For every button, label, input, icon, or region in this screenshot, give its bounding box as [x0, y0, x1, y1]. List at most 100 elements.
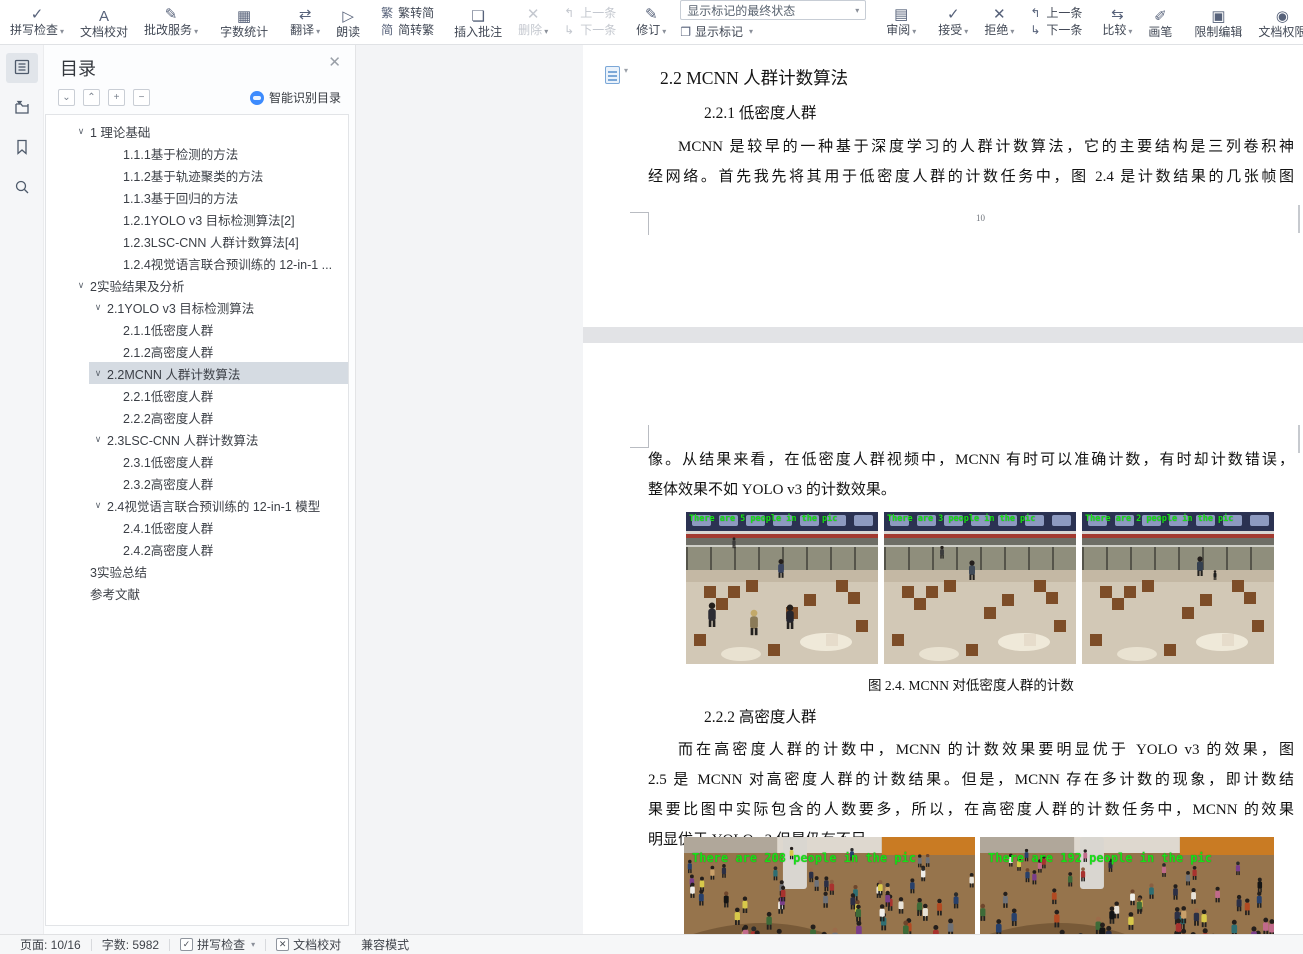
chevron-down-icon: ▾ — [1128, 27, 1133, 36]
toc-item[interactable]: 1.2.4视觉语言联合预训练的 12-in-1 ... — [123, 252, 348, 274]
toc-item-label: 1.1.3基于回归的方法 — [123, 191, 239, 206]
toc-pane-button[interactable] — [5, 53, 38, 83]
toc-item[interactable]: ∨ 2.1YOLO v3 目标检测算法 — [89, 296, 348, 318]
doc-proofread-icon: A — [99, 8, 110, 25]
toc-item[interactable]: 3实验总结 — [90, 560, 348, 582]
toc-item[interactable]: ∨ 2.3LSC-CNN 人群计数算法 — [89, 428, 348, 450]
margin-corner-mark — [1298, 205, 1300, 233]
toc-item[interactable]: 2.3.2高密度人群 — [123, 472, 348, 494]
toolbar-stack: 繁繁转简简简转繁 — [374, 0, 440, 44]
expand-arrow-icon[interactable]: ∨ — [89, 434, 107, 445]
expand-arrow-icon[interactable]: ∨ — [72, 280, 90, 291]
toc-item[interactable]: 2.4.2高密度人群 — [123, 538, 348, 560]
word-count-button[interactable]: ▦ 字数统计 — [212, 0, 276, 44]
toc-item[interactable]: ∨ 2.4视觉语言联合预训练的 12-in-1 模型 — [89, 494, 348, 516]
toc-item-label: 1.1.2基于轨迹聚类的方法 — [123, 169, 264, 184]
doc-permission-button[interactable]: ◉ 文档权限 — [1250, 0, 1303, 44]
expand-arrow-icon[interactable]: ∨ — [89, 500, 107, 511]
expand-arrow-icon[interactable]: ∨ — [72, 126, 90, 137]
chevron-down-icon: ▾ — [544, 27, 549, 36]
toc-item[interactable]: 2.2.1低密度人群 — [123, 384, 348, 406]
doc-proofread-label: 文档校对 — [80, 25, 129, 39]
restrict-edit-button[interactable]: ▣ 限制编辑 — [1186, 0, 1250, 44]
spellcheck-toggle[interactable]: ✓ 拼写检查 ▾ — [170, 936, 265, 953]
restrict-edit-icon: ▣ — [1211, 8, 1226, 25]
chapter-pane-button[interactable] — [6, 93, 38, 123]
next-change-button[interactable]: ↳ 下一条 — [1028, 23, 1082, 38]
next-comment-button: ↳ 下一条 — [562, 23, 616, 38]
close-icon[interactable]: ✕ — [328, 55, 341, 70]
prev-change-button[interactable]: ↰ 上一条 — [1028, 6, 1082, 21]
compare-button[interactable]: ⇆ 比较 ▾ — [1094, 0, 1140, 44]
bookmark-pane-button[interactable] — [6, 133, 38, 163]
review-button[interactable]: ▤ 审阅 ▾ — [878, 0, 924, 44]
toc-item[interactable]: 1.1.1基于检测的方法 — [123, 142, 348, 164]
toc-item[interactable]: 1.2.3LSC-CNN 人群计数算法[4] — [123, 230, 348, 252]
toc-item[interactable]: 2.4.1低密度人群 — [123, 516, 348, 538]
chevron-down-icon: ▾ — [964, 27, 969, 36]
delete-comment-button: ✕ 删除 ▾ — [510, 0, 556, 44]
crowd-image-1: There are 208 people in the pic — [684, 837, 975, 934]
status-bar: 页面: 10/16 字数: 5982 ✓ 拼写检查 ▾ ✕ 文档校对 兼容模式 — [0, 934, 1303, 954]
toc-item-label: 1.2.1YOLO v3 目标检测算法[2] — [123, 213, 295, 228]
toc-item[interactable]: ∨ 1 理论基础 — [72, 120, 348, 142]
next-change-label: 下一条 — [1046, 23, 1083, 37]
toc-item[interactable]: 2.1.1低密度人群 — [123, 318, 348, 340]
toc-item[interactable]: 2.1.2高密度人群 — [123, 340, 348, 362]
chevron-down-icon: ▾ — [60, 27, 65, 36]
toc-item-label: 1.1.1基于检测的方法 — [123, 147, 239, 162]
trad-to-simp-button[interactable]: 繁繁转简 — [380, 6, 434, 21]
next-comment-icon: ↳ — [564, 23, 575, 37]
prev-change-label: 上一条 — [1046, 6, 1083, 20]
revision-button[interactable]: ✎ 修订 ▾ — [628, 0, 674, 44]
collapse-up-button[interactable]: ⌃ — [83, 89, 100, 106]
next-comment-label: 下一条 — [580, 23, 617, 37]
toc-item-label: 2.4.1低密度人群 — [123, 521, 214, 536]
document-canvas[interactable]: ▾ 2.2 MCNN 人群计数算法 2.2.1 低密度人群 MCNN 是较早的一… — [356, 45, 1303, 934]
toc-item[interactable]: ∨ 2.2MCNN 人群计数算法 — [89, 362, 348, 384]
station-image-2: There are 3 people in the pic — [884, 512, 1076, 664]
read-aloud-label: 朗读 — [336, 25, 361, 39]
toc-item[interactable]: 2.2.2高密度人群 — [123, 406, 348, 428]
expand-down-button[interactable]: ⌄ — [58, 89, 75, 106]
translate-button[interactable]: ⇄ 翻译 ▾ — [282, 0, 328, 44]
smart-toc-button[interactable]: 智能识别目录 — [249, 89, 341, 106]
paragraph-settings-icon[interactable]: ▾ — [605, 66, 628, 84]
reject-button[interactable]: ✕ 拒绝 ▾ — [976, 0, 1022, 44]
proofread-toggle[interactable]: ✕ 文档校对 — [266, 936, 351, 953]
toc-item[interactable]: 1.1.2基于轨迹聚类的方法 — [123, 164, 348, 186]
simp-to-trad-button[interactable]: 简简转繁 — [380, 23, 434, 38]
brush-icon: ✐ — [1154, 8, 1167, 25]
trad-to-simp-label: 繁转简 — [398, 6, 435, 20]
toc-item[interactable]: 1.1.3基于回归的方法 — [123, 186, 348, 208]
checkbox-crossed-icon: ✕ — [276, 938, 290, 951]
grading-service-label: 批改服务 ▾ — [144, 23, 199, 37]
accept-button[interactable]: ✓ 接受 ▾ — [930, 0, 976, 44]
brush-button[interactable]: ✐ 画笔 — [1140, 0, 1180, 44]
spellcheck-button[interactable]: ✓ 拼写检查 ▾ — [2, 0, 72, 44]
figure-2-4: There are 5 people in the pic There are … — [686, 512, 1274, 664]
toc-item[interactable]: 参考文献 — [90, 582, 348, 604]
expand-arrow-icon[interactable]: ∨ — [89, 368, 107, 379]
doc-proofread-button[interactable]: A 文档校对 — [72, 0, 136, 44]
spellcheck-icon: ✓ — [30, 6, 44, 23]
toc-item[interactable]: 2.3.1低密度人群 — [123, 450, 348, 472]
read-aloud-button[interactable]: ▷ 朗读 — [328, 0, 368, 44]
show-markup-button[interactable]: ❐ 显示标记 ▾ — [680, 23, 866, 40]
expand-arrow-icon[interactable]: ∨ — [89, 302, 107, 313]
reject-icon: ✕ — [993, 6, 1006, 23]
grading-service-button[interactable]: ✎ 批改服务 ▾ — [136, 0, 206, 44]
insert-comment-button[interactable]: ❏ 插入批注 — [446, 0, 510, 44]
toc-item[interactable]: ∨ 2实验结果及分析 — [72, 274, 348, 296]
insert-comment-icon: ❏ — [471, 8, 485, 25]
word-count-indicator: 字数: 5982 — [101, 938, 160, 952]
toc-panel: 目录 ✕ ⌄ ⌃ + − 智能识别目录 ∨ 1 理论基础 1.1.1基于检测的方法 1… — [44, 45, 356, 934]
search-pane-button[interactable] — [6, 173, 38, 203]
markup-state-select[interactable]: 显示标记的最终状态 ▾ — [680, 0, 867, 20]
toc-item[interactable]: 1.2.1YOLO v3 目标检测算法[2] — [123, 208, 348, 230]
expand-all-button[interactable]: + — [108, 89, 125, 106]
count-overlay-text: There are 192 people in the pic — [988, 851, 1212, 865]
collapse-all-button[interactable]: − — [133, 89, 150, 106]
toc-item-label: 2.4.2高密度人群 — [123, 543, 214, 558]
toc-item-label: 2.2.2高密度人群 — [123, 411, 214, 426]
